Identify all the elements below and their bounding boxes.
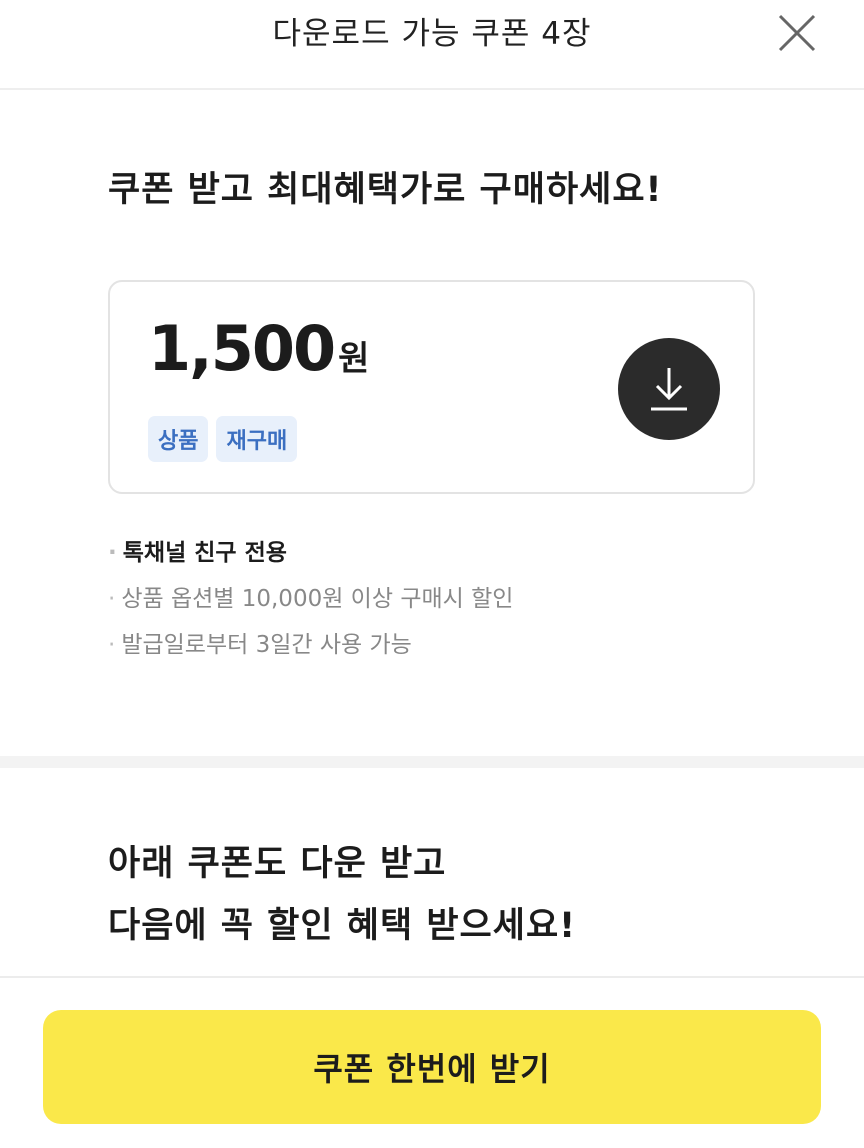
coupon-tag-product: 상품 (148, 416, 209, 462)
coupon-amount-unit: 원 (338, 339, 370, 379)
download-icon[interactable] (647, 364, 691, 414)
download-coupon-button[interactable] (618, 338, 720, 440)
secondary-title-line1: 아래 쿠폰도 다운 받고 (108, 844, 447, 884)
secondary-title-line2: 다음에 꼭 할인 혜택 받으세요! (108, 906, 577, 946)
close-button[interactable] (770, 6, 824, 60)
close-icon[interactable] (770, 6, 824, 60)
coupon-tags: 상품 재구매 (148, 416, 298, 462)
section-divider (0, 756, 864, 768)
footer-divider (0, 976, 864, 978)
coupon-amount: 1,500 원 (148, 312, 369, 385)
main-title: 쿠폰 받고 최대혜택가로 구매하세요! (108, 170, 663, 210)
header: 다운로드 가능 쿠폰 4장 (0, 0, 864, 90)
header-title: 다운로드 가능 쿠폰 4장 (272, 16, 592, 52)
coupon-card: 1,500 원 상품 재구매 (108, 280, 755, 494)
note-item: · 상품 옵션별 10,000원 이상 구매시 할인 (108, 586, 514, 612)
coupon-notes: · 톡채널 친구 전용 · 상품 옵션별 10,000원 이상 구매시 할인 · 발급… (108, 530, 513, 668)
note-item: · 발급일로부터 3일간 사용 가능 (108, 632, 412, 658)
coupon-amount-value: 1,500 (148, 312, 336, 385)
get-all-coupons-button[interactable]: 쿠폰 한번에 받기 (43, 1010, 821, 1124)
note-item: · 톡채널 친구 전용 (108, 540, 287, 566)
coupon-tag-repurchase: 재구매 (216, 416, 298, 462)
